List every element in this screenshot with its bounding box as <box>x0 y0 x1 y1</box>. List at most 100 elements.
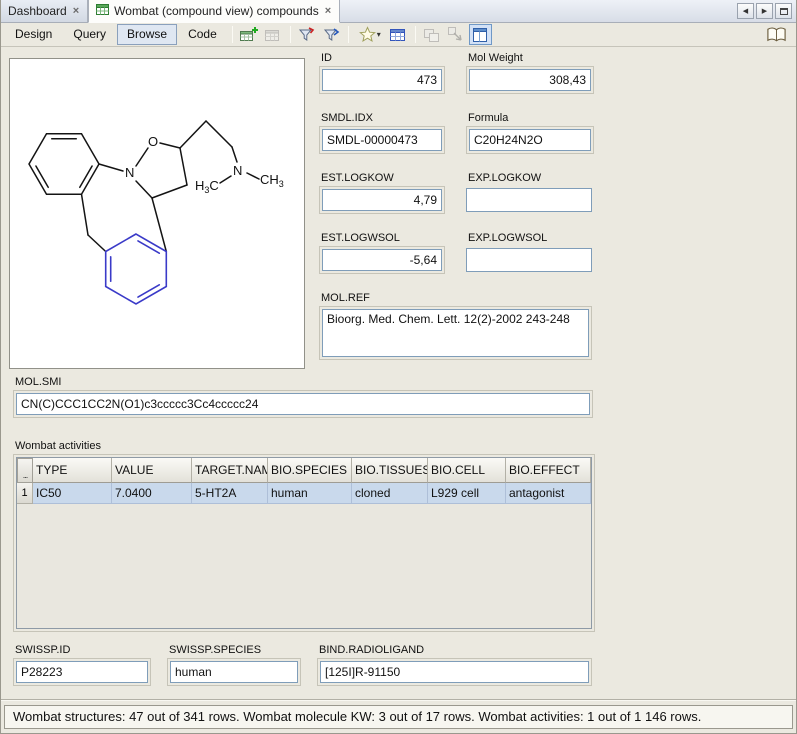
export-view-button[interactable] <box>445 24 468 45</box>
close-icon[interactable]: × <box>72 5 80 17</box>
book-icon <box>766 26 787 44</box>
smdl-idx-field-group: SMDL.IDX SMDL-00000473 <box>319 112 445 154</box>
open-grid-widget-button[interactable] <box>387 24 410 45</box>
mol-smi-field[interactable]: CN(C)CCC1CC2N(O1)c3ccccc3Cc4ccccc24 <box>16 393 590 415</box>
col-header-bio-effect[interactable]: BIO.EFFECT <box>506 458 591 483</box>
toolbar-separator <box>290 26 291 43</box>
est-logwsol-field[interactable]: -5,64 <box>322 249 442 271</box>
table-corner-button[interactable]: ... <box>17 458 33 483</box>
browse-mode-button[interactable]: Browse <box>117 24 177 45</box>
mol-weight-field-group: Mol Weight 308,43 <box>466 52 594 94</box>
methyl-label-left: H3C <box>195 178 219 195</box>
atom-label-n: N <box>125 165 134 180</box>
activities-section: Wombat activities ... TYPE VALUE TARGET.… <box>13 440 595 632</box>
est-logkow-field[interactable]: 4,79 <box>322 189 442 211</box>
code-mode-button[interactable]: Code <box>178 24 227 45</box>
est-logkow-label: EST.LOGKOW <box>321 172 445 185</box>
exp-logkow-field[interactable] <box>466 188 592 212</box>
swissp-id-field[interactable]: P28223 <box>16 661 148 683</box>
swissp-species-field-group: SWISSP.SPECIES human <box>167 644 301 686</box>
tab-dashboard[interactable]: Dashboard × <box>1 0 88 22</box>
col-header-type[interactable]: TYPE <box>33 458 112 483</box>
tab-wombat-compound-view[interactable]: Wombat (compound view) compounds × <box>88 0 340 23</box>
mol-smi-label: MOL.SMI <box>15 376 593 389</box>
query-mode-button[interactable]: Query <box>63 24 116 45</box>
formula-field-group: Formula C20H24N2O <box>466 112 594 154</box>
cell-bio-cell[interactable]: L929 cell <box>428 483 506 504</box>
windows-icon <box>422 25 442 45</box>
id-label: ID <box>321 52 445 65</box>
status-divider <box>1 699 796 701</box>
design-mode-button[interactable]: Design <box>5 24 62 45</box>
exp-logwsol-field-group: EXP.LOGWSOL <box>466 232 592 272</box>
cell-type[interactable]: IC50 <box>33 483 112 504</box>
atom-label-o: O <box>148 134 158 149</box>
row-header: 1 <box>17 483 33 504</box>
col-header-bio-species[interactable]: BIO.SPECIES <box>268 458 352 483</box>
view-toolbar: Design Query Browse Code <box>1 23 796 47</box>
chevron-down-icon: ▾ <box>377 30 381 39</box>
exp-logwsol-field[interactable] <box>466 248 592 272</box>
help-book-button[interactable] <box>765 24 788 45</box>
cell-bio-tissuesou[interactable]: cloned <box>352 483 428 504</box>
scroll-tabs-left-button[interactable]: ◀ <box>737 3 754 19</box>
maximize-window-button[interactable] <box>775 3 792 19</box>
activities-table[interactable]: ... TYPE VALUE TARGET.NAME BIO.SPECIES B… <box>16 457 592 629</box>
diagonal-arrow-icon <box>446 25 466 45</box>
exp-logkow-field-group: EXP.LOGKOW <box>466 172 592 212</box>
form-view-toggle-button[interactable] <box>469 24 492 45</box>
tab-dashboard-label: Dashboard <box>8 4 67 18</box>
lists-favorites-button[interactable]: ▾ <box>354 24 386 45</box>
filter-run-icon <box>321 25 341 45</box>
mol-smi-field-group: MOL.SMI CN(C)CCC1CC2N(O1)c3ccccc3Cc4cccc… <box>13 376 593 418</box>
swissp-species-label: SWISSP.SPECIES <box>169 644 301 657</box>
mol-ref-field-group: MOL.REF Bioorg. Med. Chem. Lett. 12(2)-2… <box>319 292 592 360</box>
col-header-value[interactable]: VALUE <box>112 458 192 483</box>
new-query-filter-button[interactable] <box>296 24 319 45</box>
smdl-idx-field[interactable]: SMDL-00000473 <box>322 129 442 151</box>
grid-view-icon <box>96 3 109 19</box>
exp-logkow-label: EXP.LOGKOW <box>468 172 592 185</box>
smdl-idx-label: SMDL.IDX <box>321 112 445 125</box>
status-text: Wombat structures: 47 out of 341 rows. W… <box>13 709 701 724</box>
cell-target-name[interactable]: 5-HT2A <box>192 483 268 504</box>
mol-weight-field[interactable]: 308,43 <box>469 69 591 91</box>
swissp-species-field[interactable]: human <box>170 661 298 683</box>
windows-layout-button[interactable] <box>421 24 444 45</box>
mol-weight-label: Mol Weight <box>468 52 594 65</box>
maximize-icon <box>780 8 788 15</box>
col-header-bio-cell[interactable]: BIO.CELL <box>428 458 506 483</box>
run-query-filter-button[interactable] <box>320 24 343 45</box>
id-field-group: ID 473 <box>319 52 445 94</box>
cell-bio-effect[interactable]: antagonist <box>506 483 591 504</box>
cell-bio-species[interactable]: human <box>268 483 352 504</box>
molecule-structure-viewer[interactable]: N O N CH3 H3C <box>9 58 305 369</box>
edit-grid-view-button[interactable] <box>262 24 285 45</box>
formula-label: Formula <box>468 112 594 125</box>
new-grid-view-button[interactable] <box>238 24 261 45</box>
scroll-tabs-right-button[interactable]: ▶ <box>756 3 773 19</box>
tab-scroll-controls: ◀ ▶ <box>737 0 796 22</box>
status-bar: Wombat structures: 47 out of 341 rows. W… <box>4 705 793 729</box>
filter-add-icon <box>297 25 317 45</box>
table-row[interactable]: 1 IC50 7.0400 5-HT2A human cloned L929 c… <box>17 483 591 504</box>
col-header-target-name[interactable]: TARGET.NAME <box>192 458 268 483</box>
mol-ref-label: MOL.REF <box>321 292 592 305</box>
id-field[interactable]: 473 <box>322 69 442 91</box>
edit-grid-view-icon <box>263 25 283 45</box>
cell-value[interactable]: 7.0400 <box>112 483 192 504</box>
table-header-row: ... TYPE VALUE TARGET.NAME BIO.SPECIES B… <box>17 458 591 483</box>
activities-label: Wombat activities <box>15 440 595 453</box>
bind-radioligand-field[interactable]: [125I]R-91150 <box>320 661 589 683</box>
formula-field[interactable]: C20H24N2O <box>469 129 591 151</box>
close-icon[interactable]: × <box>324 5 332 17</box>
col-header-bio-tissuesou[interactable]: BIO.TISSUESOU <box>352 458 428 483</box>
est-logwsol-field-group: EST.LOGWSOL -5,64 <box>319 232 445 274</box>
swissp-id-label: SWISSP.ID <box>15 644 151 657</box>
document-tab-bar: Dashboard × Wombat (compound view) compo… <box>1 0 796 23</box>
mol-ref-field[interactable]: Bioorg. Med. Chem. Lett. 12(2)-2002 243-… <box>322 309 589 357</box>
tab-wombat-label: Wombat (compound view) compounds <box>114 4 319 18</box>
star-icon <box>359 26 376 43</box>
application-window: Dashboard × Wombat (compound view) compo… <box>0 0 797 734</box>
est-logwsol-label: EST.LOGWSOL <box>321 232 445 245</box>
